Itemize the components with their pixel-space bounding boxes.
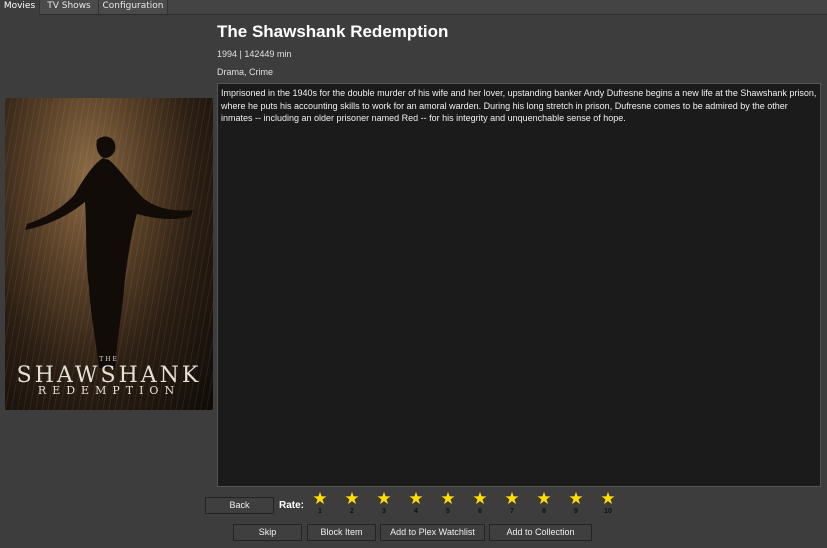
- add-to-collection-button[interactable]: Add to Collection: [489, 524, 592, 541]
- rate-star-number: 5: [446, 508, 450, 515]
- rate-star-number: 6: [478, 508, 482, 515]
- tab-bar: Movies TV Shows Configuration: [0, 0, 827, 15]
- rate-star-5[interactable]: ★ 5: [438, 491, 458, 517]
- star-icon: ★: [536, 489, 552, 509]
- star-icon: ★: [600, 489, 616, 509]
- star-icon: ★: [408, 489, 424, 509]
- movie-title: The Shawshank Redemption: [217, 22, 449, 41]
- star-icon: ★: [440, 489, 456, 509]
- movie-overview[interactable]: Imprisoned in the 1940s for the double m…: [217, 83, 821, 487]
- rate-star-number: 7: [510, 508, 514, 515]
- rate-star-8[interactable]: ★ 8: [534, 491, 554, 517]
- rate-star-6[interactable]: ★ 6: [470, 491, 490, 517]
- star-icon: ★: [312, 489, 328, 509]
- add-to-plex-watchlist-button[interactable]: Add to Plex Watchlist: [380, 524, 485, 541]
- star-icon: ★: [568, 489, 584, 509]
- back-button[interactable]: Back: [205, 497, 274, 514]
- tab-configuration[interactable]: Configuration: [99, 0, 168, 14]
- movie-year-runtime: 1994 | 142449 min: [217, 49, 292, 59]
- rate-star-number: 3: [382, 508, 386, 515]
- rate-star-number: 1: [318, 508, 322, 515]
- rate-star-1[interactable]: ★ 1: [310, 491, 330, 517]
- rate-star-9[interactable]: ★ 9: [566, 491, 586, 517]
- tab-movies[interactable]: Movies: [0, 0, 40, 15]
- skip-button[interactable]: Skip: [233, 524, 302, 541]
- rate-star-7[interactable]: ★ 7: [502, 491, 522, 517]
- movie-poster: THE SHAWSHANK REDEMPTION: [5, 98, 213, 410]
- poster-title-line-3: REDEMPTION: [37, 384, 181, 397]
- block-item-button[interactable]: Block Item: [307, 524, 376, 541]
- rate-star-number: 10: [604, 508, 612, 515]
- tab-tv-shows[interactable]: TV Shows: [40, 0, 99, 14]
- rate-star-4[interactable]: ★ 4: [406, 491, 426, 517]
- star-icon: ★: [376, 489, 392, 509]
- star-icon: ★: [344, 489, 360, 509]
- rate-star-10[interactable]: ★ 10: [598, 491, 618, 517]
- star-icon: ★: [504, 489, 520, 509]
- rate-star-number: 2: [350, 508, 354, 515]
- poster-title-line-1: THE: [99, 356, 119, 363]
- rate-label: Rate:: [279, 500, 305, 511]
- rate-star-number: 9: [574, 508, 578, 515]
- rate-star-2[interactable]: ★ 2: [342, 491, 362, 517]
- movie-genres: Drama, Crime: [217, 67, 274, 77]
- star-icon: ★: [472, 489, 488, 509]
- rate-star-3[interactable]: ★ 3: [374, 491, 394, 517]
- rate-star-number: 4: [414, 508, 418, 515]
- rate-star-number: 8: [542, 508, 546, 515]
